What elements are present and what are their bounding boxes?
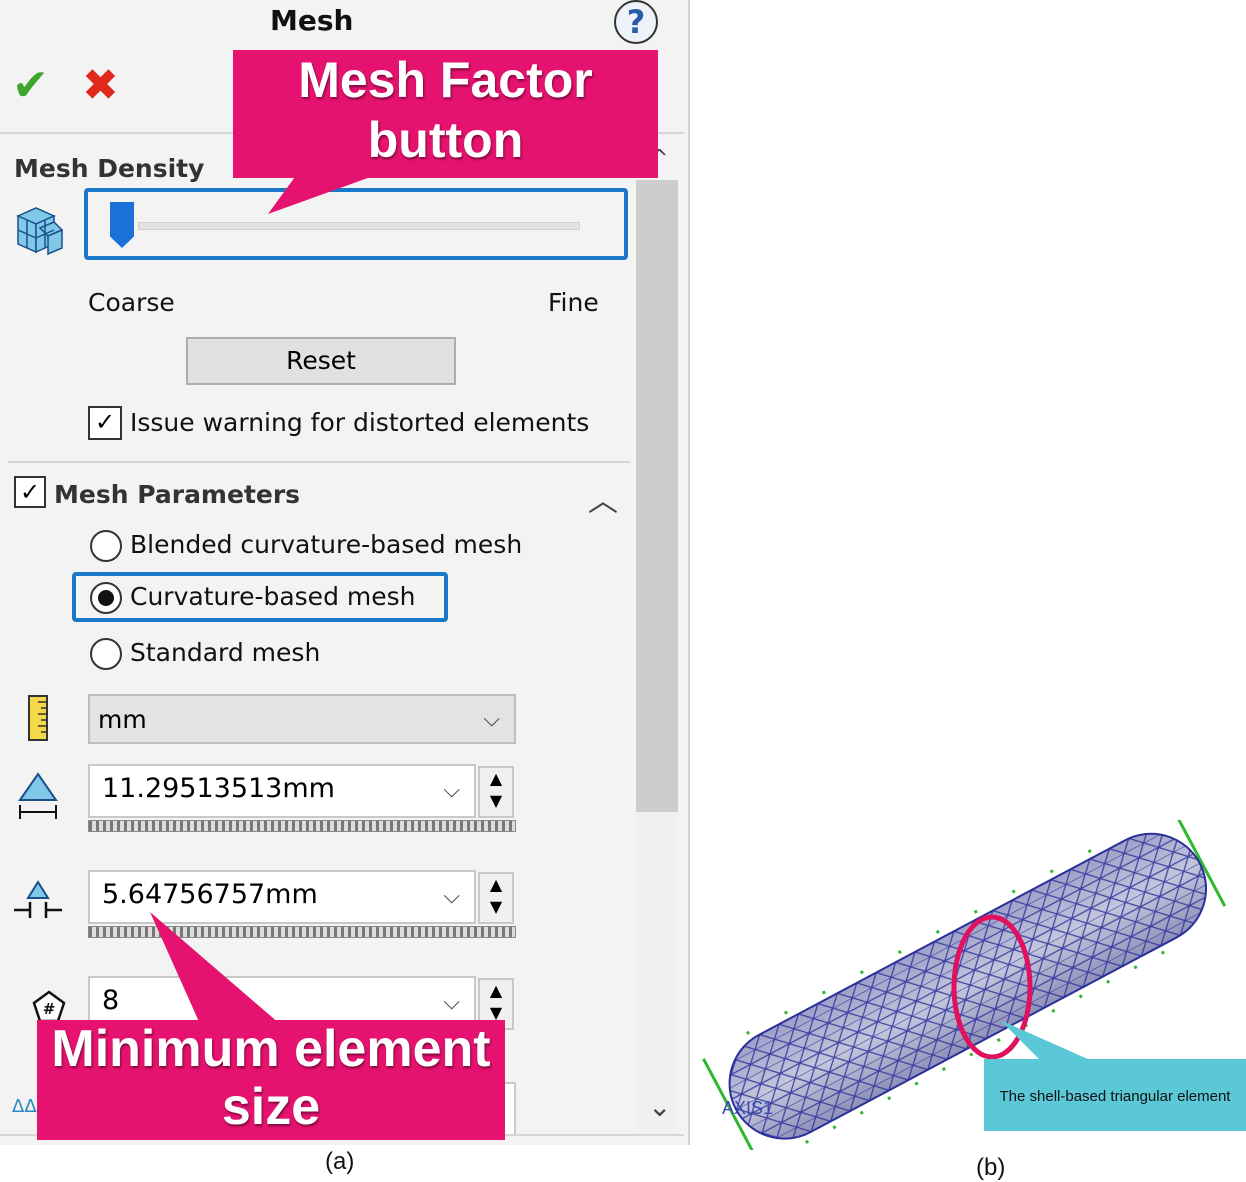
caption-b: (b) — [976, 1154, 1006, 1181]
min-element-callout: Minimum element size — [37, 1020, 505, 1140]
axis-label: AXIS1 — [722, 1098, 773, 1118]
mesh-factor-callout: Mesh Factor button — [233, 50, 658, 178]
caption-a: (a) — [325, 1148, 355, 1175]
shell-element-callout: The shell-based triangular element — [984, 1059, 1246, 1131]
